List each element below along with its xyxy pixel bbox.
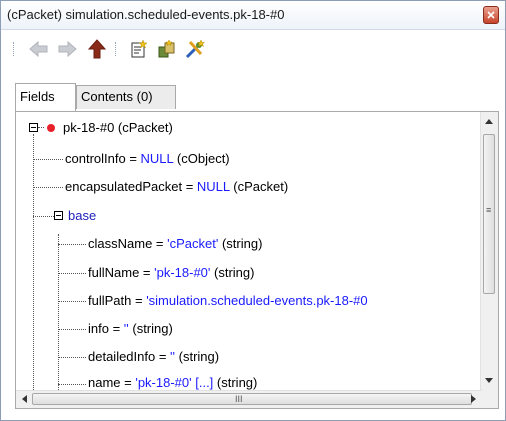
tree-line: [58, 329, 86, 330]
field-type: (cObject): [173, 151, 230, 166]
tab-fields[interactable]: Fields: [15, 83, 76, 111]
forward-arrow-icon: [58, 40, 77, 58]
toolbar: [1, 30, 505, 68]
field-name: detailedInfo =: [88, 349, 171, 364]
tree-line: [38, 127, 44, 128]
group-label: base: [68, 208, 97, 223]
window-title: (cPacket) simulation.scheduled-events.pk…: [7, 7, 285, 22]
scroll-left-icon[interactable]: [21, 395, 27, 403]
tree-line: [58, 244, 86, 245]
forward-button[interactable]: [55, 37, 79, 61]
field-type: (cPacket): [229, 179, 289, 194]
tools-icon: [185, 39, 206, 59]
up-arrow-icon: [88, 39, 106, 59]
toolbar-separator: [115, 42, 118, 56]
tree-row[interactable]: fullPath = 'simulation.scheduled-events.…: [88, 288, 368, 313]
tab-contents[interactable]: Contents (0): [76, 85, 176, 109]
field-value: NULL: [140, 151, 174, 166]
inspector-window: (cPacket) simulation.scheduled-events.pk…: [0, 0, 506, 421]
field-value: 'pk-18-#0' [...]: [135, 375, 214, 390]
field-type: (string): [213, 375, 258, 390]
horizontal-scroll-thumb[interactable]: III: [32, 393, 472, 405]
tree-line: [58, 301, 86, 302]
field-value: 'simulation.scheduled-events.pk-18-#0: [146, 293, 368, 308]
collapse-icon[interactable]: [54, 211, 63, 220]
inspect-button[interactable]: [155, 37, 179, 61]
tree-line: [58, 384, 86, 385]
tree-row[interactable]: className = 'cPacket' (string): [88, 231, 262, 256]
field-name: info =: [88, 321, 124, 336]
field-name: className =: [88, 236, 168, 251]
scroll-down-icon[interactable]: [485, 378, 493, 384]
field-value: 'cPacket': [167, 236, 219, 251]
collapse-icon[interactable]: [29, 123, 38, 132]
back-button[interactable]: [27, 37, 51, 61]
horizontal-scrollbar[interactable]: III: [16, 390, 482, 408]
field-type: (string): [210, 265, 255, 280]
tools-button[interactable]: [183, 37, 207, 61]
scroll-up-icon[interactable]: [485, 118, 493, 124]
tree-row[interactable]: detailedInfo = '' (string): [88, 344, 219, 369]
tree-line: [33, 134, 34, 392]
field-type: (string): [128, 321, 173, 336]
field-name: fullName =: [88, 265, 155, 280]
tree-line: [58, 273, 86, 274]
tree-row[interactable]: fullName = 'pk-18-#0' (string): [88, 260, 254, 285]
tree-line: [33, 187, 63, 188]
up-button[interactable]: [85, 37, 109, 61]
tab-contents-label: Contents (0): [81, 89, 153, 104]
tree-line: [58, 234, 59, 392]
tree-row[interactable]: encapsulatedPacket = NULL (cPacket): [65, 174, 288, 199]
tree-row[interactable]: info = '' (string): [88, 316, 173, 341]
field-tree[interactable]: pk-18-#0 (cPacket) controlInfo = NULL (c…: [16, 112, 482, 392]
back-arrow-icon: [29, 40, 48, 58]
scrollbar-corner: [481, 391, 498, 408]
field-name: encapsulatedPacket =: [65, 179, 197, 194]
field-type: (string): [218, 236, 263, 251]
tab-fields-label: Fields: [20, 89, 55, 104]
field-name: controlInfo =: [65, 151, 141, 166]
tree-row[interactable]: name = 'pk-18-#0' [...] (string): [88, 370, 257, 392]
vertical-scroll-thumb[interactable]: ≡: [483, 134, 495, 294]
tree-root-label: pk-18-#0 (cPacket): [63, 120, 173, 135]
copy-document-icon: [131, 39, 148, 58]
field-name: name =: [88, 375, 136, 390]
scroll-right-icon[interactable]: [471, 395, 477, 403]
field-value: NULL: [196, 179, 230, 194]
thumb-grip: III: [235, 394, 243, 404]
tree-row[interactable]: base: [68, 203, 96, 228]
copy-button[interactable]: [127, 37, 151, 61]
field-value: 'pk-18-#0': [154, 265, 211, 280]
title-bar[interactable]: (cPacket) simulation.scheduled-events.pk…: [1, 1, 505, 30]
tree-line: [33, 216, 54, 217]
tree-line: [58, 357, 86, 358]
vertical-scrollbar[interactable]: ≡: [480, 112, 498, 392]
toolbar-grip[interactable]: [13, 42, 16, 56]
tree-row[interactable]: controlInfo = NULL (cObject): [65, 146, 230, 171]
packet-marker-icon: [47, 124, 55, 132]
tree-line: [33, 159, 63, 160]
close-button[interactable]: [483, 6, 499, 24]
inspect-object-icon: [158, 39, 175, 58]
fields-panel: pk-18-#0 (cPacket) controlInfo = NULL (c…: [15, 111, 499, 409]
field-type: (string): [175, 349, 220, 364]
close-icon: [487, 11, 495, 19]
tab-bar: Fields Contents (0): [15, 83, 495, 111]
thumb-grip: ≡: [486, 205, 492, 215]
tree-root[interactable]: pk-18-#0 (cPacket): [63, 115, 173, 140]
field-name: fullPath =: [88, 293, 147, 308]
